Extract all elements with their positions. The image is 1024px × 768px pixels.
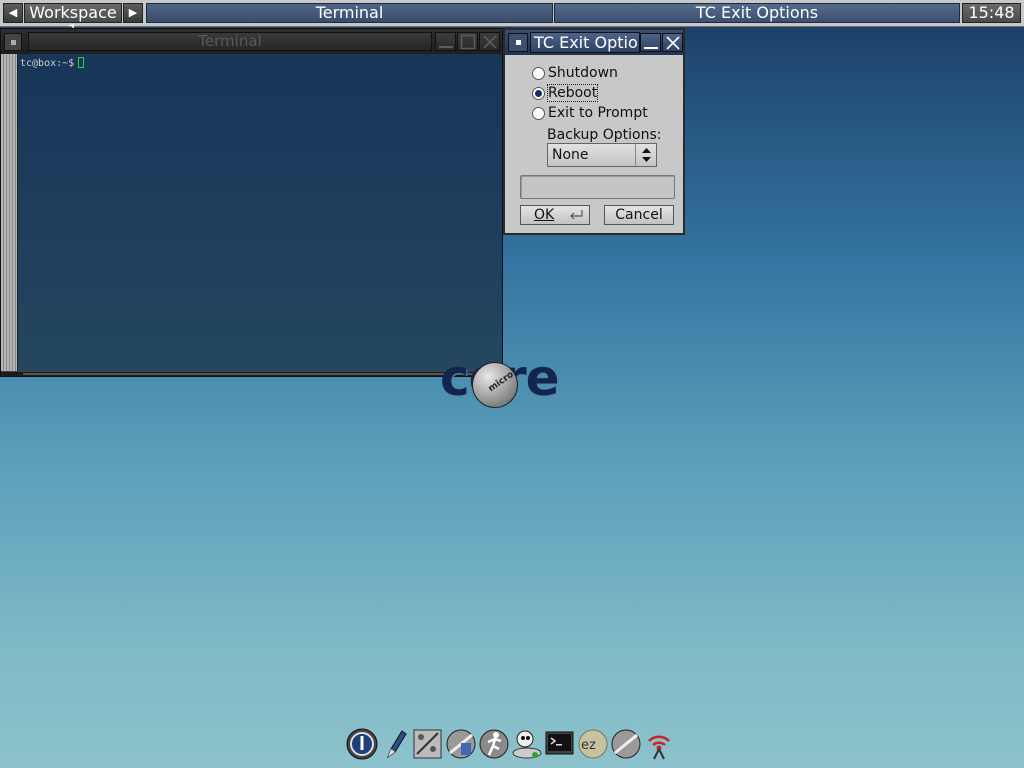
terminal-scrollbar[interactable] — [1, 54, 18, 371]
bottom-dock: ez — [345, 725, 680, 763]
backup-options-select[interactable]: None — [547, 143, 657, 167]
tce-disc-icon[interactable] — [609, 727, 642, 761]
radio-button[interactable] — [532, 66, 545, 80]
ok-button[interactable]: OK — [520, 205, 590, 225]
clock: 15:48 — [962, 3, 1021, 23]
terminal-titlebar[interactable]: Terminal — [1, 29, 502, 54]
ezremaster-icon[interactable]: ez — [576, 727, 609, 761]
mount-tool-icon[interactable] — [444, 727, 477, 761]
terminal-content[interactable]: tc@box:~$ — [18, 54, 502, 371]
microcore-logo: core micro — [436, 348, 586, 410]
cancel-label: Cancel — [615, 207, 663, 223]
close-icon — [483, 35, 497, 49]
window-menu-button[interactable] — [508, 33, 528, 52]
radio-button[interactable] — [532, 106, 545, 120]
maximize-button[interactable] — [457, 32, 478, 51]
wireless-icon[interactable] — [642, 727, 675, 761]
terminal-window: Terminal tc@box:~$ — [0, 28, 503, 377]
minimize-icon — [439, 46, 453, 48]
terminal-title[interactable]: Terminal — [28, 32, 432, 51]
backup-options-label: Backup Options: — [547, 127, 662, 143]
radio-exit-to-prompt[interactable]: Exit to Prompt — [532, 104, 648, 122]
terminal-prompt: tc@box:~$ — [20, 58, 75, 69]
top-taskbar: ◀ Workspace 1 ▶ Terminal TC Exit Options… — [0, 0, 1024, 40]
terminal-cursor — [78, 57, 85, 68]
select-value: None — [552, 147, 589, 163]
next-workspace-button[interactable]: ▶ — [123, 3, 143, 23]
window-menu-button[interactable] — [4, 33, 22, 51]
close-icon — [666, 36, 680, 50]
exit-options-dialog: TC Exit Optio Shutdown Reboot Exit to Pr… — [503, 28, 685, 235]
radio-label: Reboot — [546, 84, 599, 102]
dialog-title[interactable]: TC Exit Optio — [530, 32, 640, 53]
apps-runner-icon[interactable] — [477, 727, 510, 761]
minimize-button[interactable] — [640, 33, 661, 52]
radio-label: Exit to Prompt — [548, 105, 648, 121]
system-stats-icon[interactable] — [510, 727, 543, 761]
dialog-titlebar[interactable]: TC Exit Optio — [505, 30, 683, 55]
exit-icon[interactable] — [345, 727, 378, 761]
return-key-icon — [570, 210, 583, 220]
svg-text:ez: ez — [581, 738, 596, 753]
terminal-resize-handle[interactable] — [1, 371, 502, 376]
terminal-icon[interactable] — [543, 727, 576, 761]
editor-pen-icon[interactable] — [378, 727, 411, 761]
radio-label: Shutdown — [548, 65, 618, 81]
close-button[interactable] — [662, 33, 683, 52]
updown-arrow-icon — [635, 144, 656, 166]
radio-button[interactable] — [532, 86, 545, 100]
maximize-icon — [460, 34, 476, 50]
radio-shutdown[interactable]: Shutdown — [532, 64, 618, 82]
status-text-field[interactable] — [520, 175, 675, 199]
task-terminal[interactable]: Terminal — [146, 3, 553, 23]
task-exit-options[interactable]: TC Exit Options — [554, 3, 960, 23]
radio-reboot[interactable]: Reboot — [532, 84, 599, 102]
workspace-name[interactable]: Workspace 1 — [24, 3, 122, 40]
minimize-icon — [644, 47, 658, 49]
prev-workspace-button[interactable]: ◀ — [3, 3, 23, 23]
logo-disc: micro — [472, 362, 518, 408]
ok-label: OK — [534, 207, 555, 223]
close-button[interactable] — [479, 32, 500, 51]
cancel-button[interactable]: Cancel — [604, 205, 674, 225]
control-panel-icon[interactable] — [411, 727, 444, 761]
minimize-button[interactable] — [435, 32, 456, 51]
